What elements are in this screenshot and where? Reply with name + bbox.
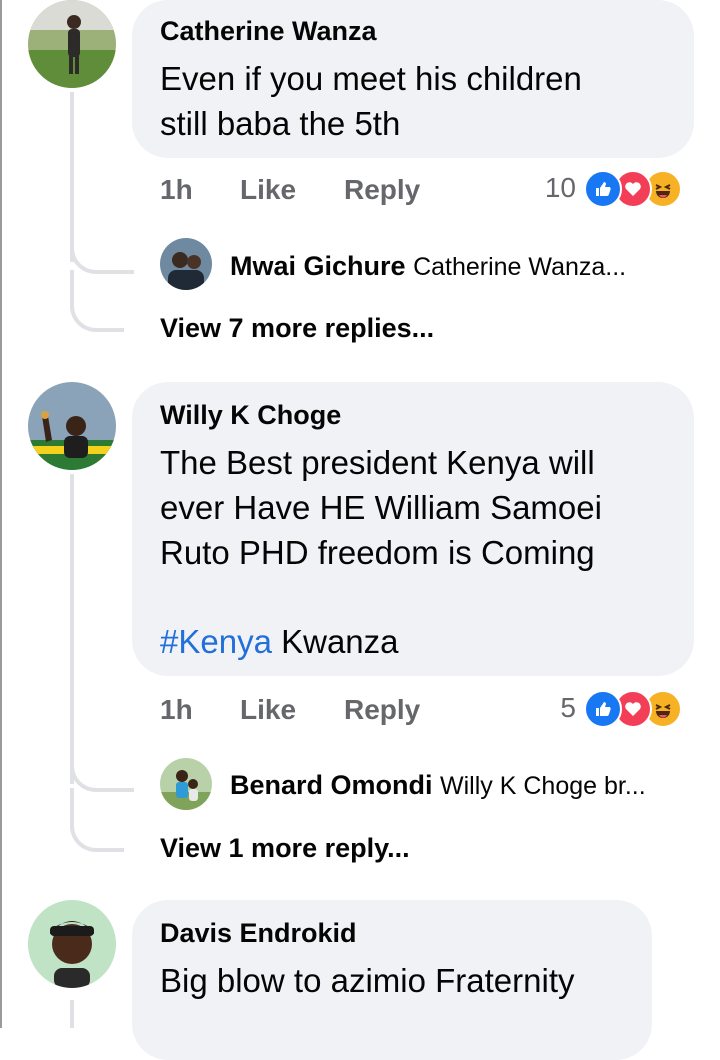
reply-snippet: Catherine Wanza...: [413, 253, 627, 281]
reply-avatar[interactable]: [160, 238, 212, 290]
like-button[interactable]: Like: [240, 694, 296, 726]
like-icon: [584, 170, 622, 208]
avatar[interactable]: [28, 382, 116, 470]
thread-connector: [70, 210, 134, 274]
reaction-count[interactable]: 5: [540, 692, 576, 724]
reaction-count[interactable]: 10: [520, 172, 576, 204]
like-button[interactable]: Like: [240, 174, 296, 206]
comment-author[interactable]: Davis Endrokid: [160, 918, 357, 949]
avatar[interactable]: [28, 0, 116, 88]
view-more-replies[interactable]: View 7 more replies...: [160, 313, 434, 344]
comment-bubble: Catherine Wanza Even if you meet his chi…: [132, 0, 694, 158]
view-more-replies[interactable]: View 1 more reply...: [160, 833, 410, 864]
comment-hashtag-line: #Kenya Kwanza: [160, 619, 680, 664]
reply-preview[interactable]: Mwai Gichure Catherine Wanza...: [230, 251, 626, 282]
comment-bubble: Willy K Choge The Best president Kenya w…: [132, 382, 694, 676]
reply-avatar[interactable]: [160, 758, 212, 810]
comment-time: 1h: [160, 174, 193, 205]
comment-author[interactable]: Willy K Choge: [160, 400, 341, 431]
comment-text: Even if you meet his children still baba…: [160, 60, 582, 142]
hashtag-tail: Kwanza: [271, 623, 399, 660]
comment-text: Big blow to azimio Fraternity: [160, 962, 575, 999]
reaction-summary[interactable]: [584, 690, 694, 728]
avatar[interactable]: [28, 900, 116, 988]
thread-line: [70, 1000, 74, 1028]
hashtag-link[interactable]: #Kenya: [160, 623, 272, 660]
reply-author[interactable]: Benard Omondi: [230, 770, 433, 800]
reply-snippet: Willy K Choge br...: [440, 772, 646, 800]
comment-time: 1h: [160, 694, 193, 725]
thread-connector: [70, 730, 134, 792]
thread-connector: [70, 270, 124, 332]
reply-author[interactable]: Mwai Gichure: [230, 251, 406, 281]
thread-connector: [70, 788, 124, 852]
reaction-summary[interactable]: [584, 170, 694, 208]
comment-text: The Best president Kenya will ever Have …: [160, 444, 602, 571]
reply-button[interactable]: Reply: [344, 694, 420, 726]
comment-author[interactable]: Catherine Wanza: [160, 16, 377, 47]
comment-bubble: Davis Endrokid Big blow to azimio Frater…: [132, 900, 652, 1060]
reply-button[interactable]: Reply: [344, 174, 420, 206]
screen-edge: [0, 0, 2, 1028]
like-icon: [584, 690, 622, 728]
reply-preview[interactable]: Benard Omondi Willy K Choge br...: [230, 770, 646, 801]
